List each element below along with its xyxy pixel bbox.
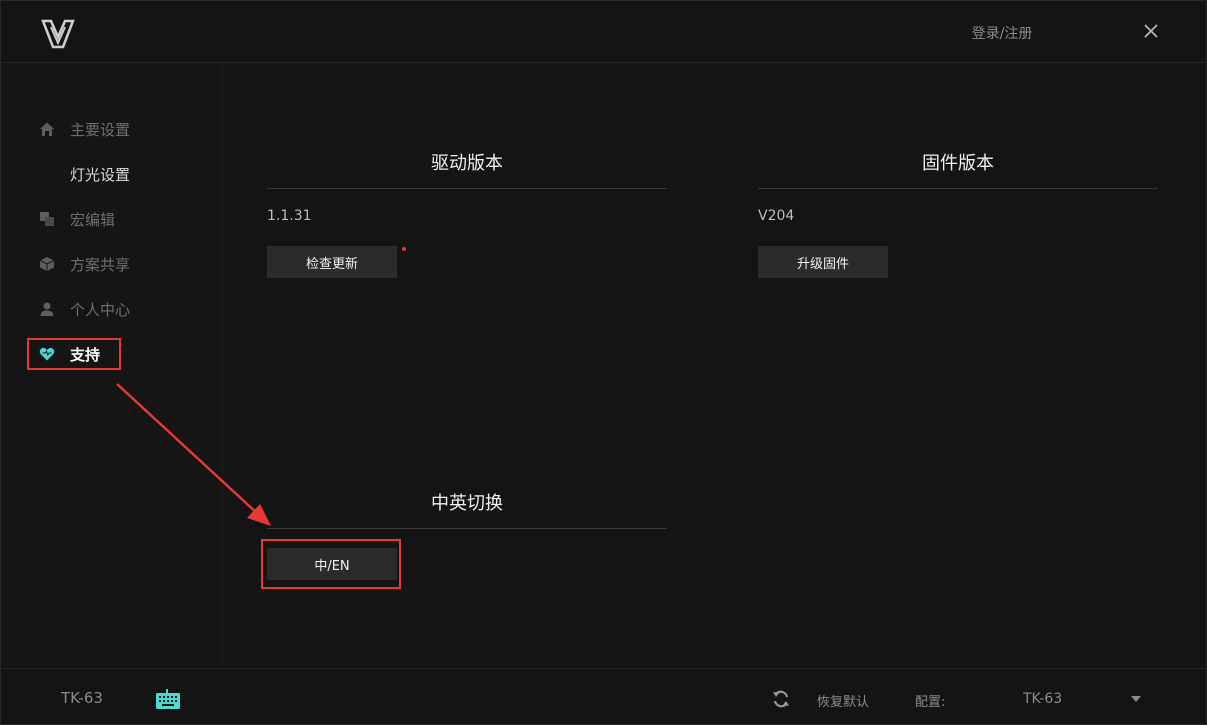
chevron-down-icon	[1131, 696, 1141, 702]
sidebar-item-label: 方案共享	[70, 255, 131, 274]
driver-divider	[267, 188, 667, 189]
sidebar-item-label: 灯光设置	[70, 165, 131, 184]
sidebar-item-main-settings[interactable]: 主要设置	[31, 112, 211, 146]
sidebar-item-personal-center[interactable]: 个人中心	[31, 292, 211, 326]
sidebar: 主要设置 灯光设置 宏编辑 方案共享 个人中心 支持	[1, 64, 223, 668]
blank-icon-slot	[38, 165, 56, 183]
device-name: TK-63	[61, 689, 103, 707]
login-register-link[interactable]: 登录/注册	[956, 23, 1048, 45]
footer-bar: TK-63 恢复默认 配置: TK-63	[1, 668, 1207, 725]
sidebar-item-support[interactable]: 支持	[27, 338, 121, 370]
profile-label: 配置:	[915, 695, 946, 710]
macro-icon	[38, 210, 56, 228]
cube-icon	[38, 255, 56, 273]
sidebar-item-lighting-settings[interactable]: 灯光设置	[31, 157, 211, 191]
language-divider	[267, 528, 667, 529]
sidebar-item-label: 支持	[70, 345, 101, 364]
firmware-version-value: V204	[758, 208, 795, 224]
check-update-button[interactable]: 检查更新	[267, 246, 397, 278]
annotation-highlight-box	[261, 539, 401, 589]
sidebar-item-macro-editor[interactable]: 宏编辑	[31, 202, 211, 236]
firmware-divider	[758, 188, 1158, 189]
sidebar-item-label: 宏编辑	[70, 210, 116, 229]
user-icon	[38, 300, 56, 318]
firmware-version-title: 固件版本	[922, 153, 994, 174]
sidebar-item-label: 个人中心	[70, 300, 131, 319]
restore-default-button[interactable]: 恢复默认	[817, 691, 869, 710]
driver-version-title: 驱动版本	[431, 153, 503, 174]
update-available-dot	[402, 247, 406, 251]
sidebar-item-scheme-share[interactable]: 方案共享	[31, 247, 211, 281]
heart-icon	[38, 345, 56, 363]
close-icon[interactable]	[1139, 19, 1163, 43]
title-bar: 登录/注册	[1, 1, 1207, 63]
upgrade-firmware-button[interactable]: 升级固件	[758, 246, 888, 278]
keyboard-icon[interactable]	[155, 689, 181, 711]
profile-select-value: TK-63	[1023, 691, 1063, 707]
driver-version-value: 1.1.31	[267, 208, 312, 224]
profile-select[interactable]: TK-63	[1001, 683, 1151, 713]
brand-logo-icon	[41, 19, 75, 49]
restore-default-icon[interactable]	[771, 689, 791, 709]
home-icon	[38, 120, 56, 138]
app-window: 登录/注册 主要设置 灯光设置 宏编辑 方案共享 个人中心 支持 驱动版本 1.…	[0, 0, 1207, 725]
sidebar-item-label: 主要设置	[70, 120, 131, 139]
language-switch-title: 中英切换	[431, 493, 503, 514]
